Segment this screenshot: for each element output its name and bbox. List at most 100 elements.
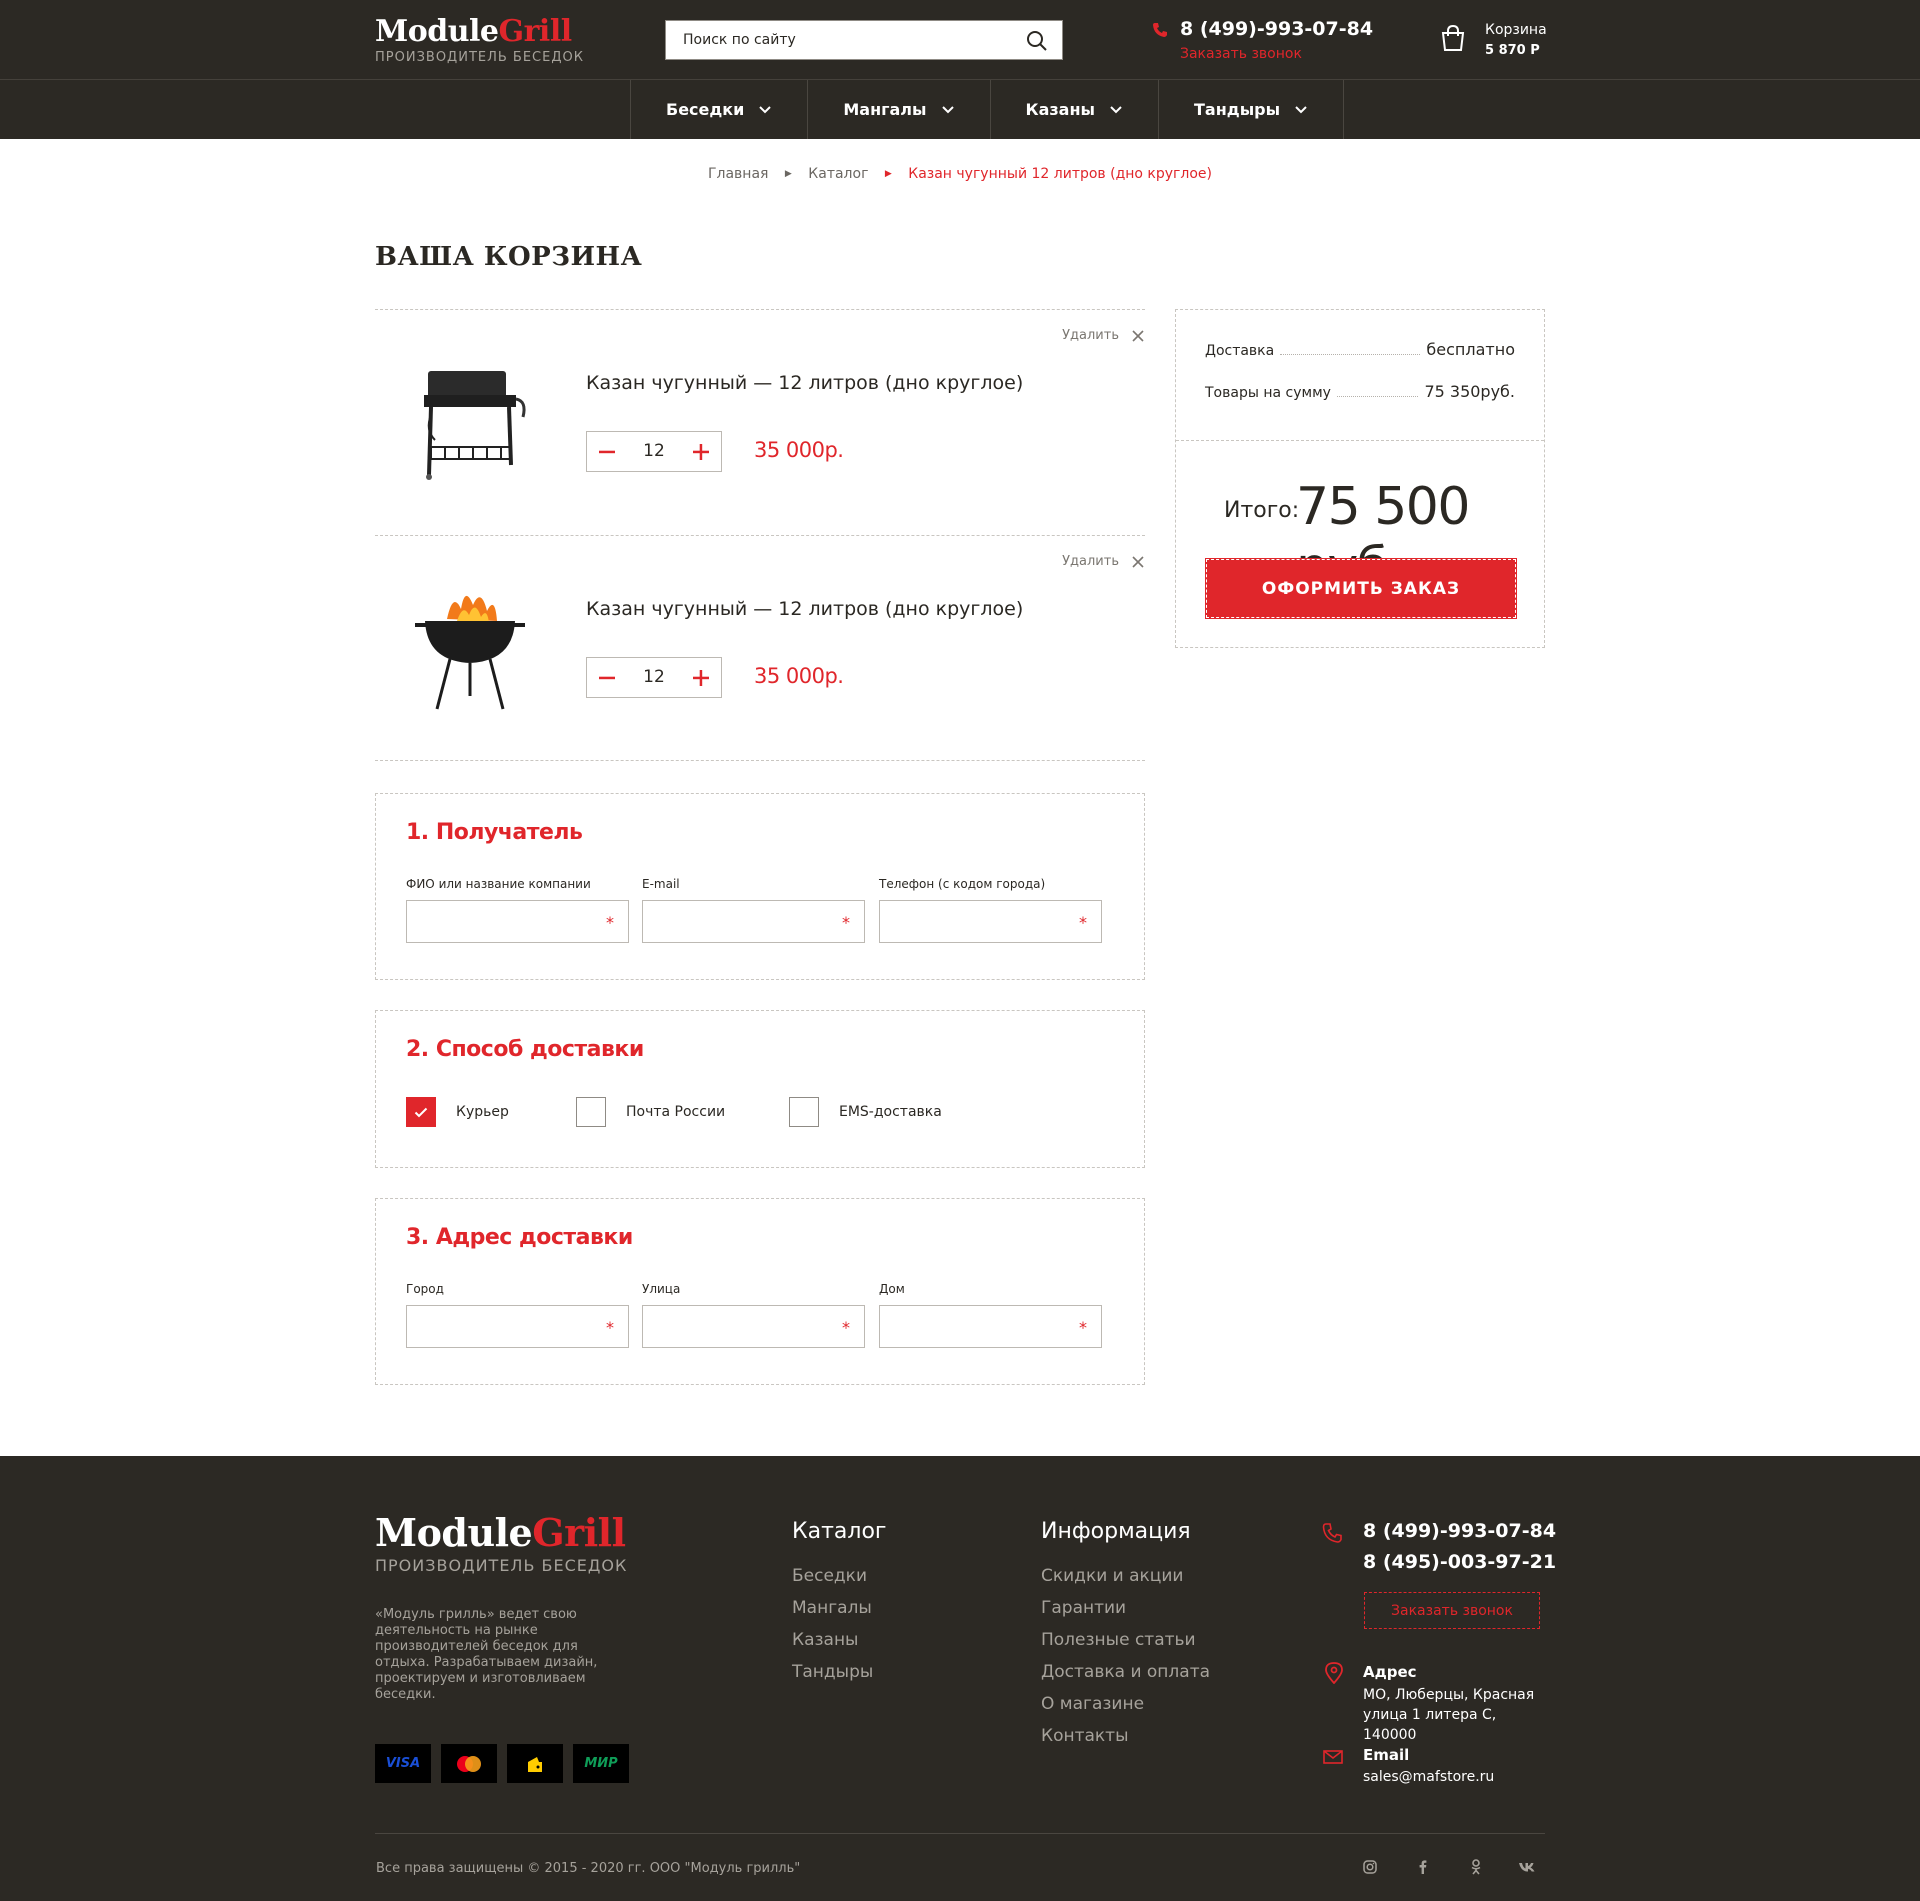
summary-goods-label: Товары на сумму (1205, 385, 1331, 401)
name-input[interactable] (407, 901, 628, 942)
cart-icon[interactable] (1440, 24, 1466, 52)
qty-decrease-button[interactable] (587, 432, 627, 471)
kettle-grill-fire-image (415, 595, 525, 710)
vk-icon[interactable] (1518, 1858, 1536, 1876)
city-input[interactable] (407, 1306, 628, 1347)
remove-item-button[interactable]: Удалить (1062, 328, 1145, 343)
facebook-icon[interactable] (1414, 1858, 1432, 1876)
item-title[interactable]: Казан чугунный — 12 литров (дно круглое) (586, 598, 1023, 620)
qty-value[interactable]: 12 (627, 432, 681, 471)
checkbox[interactable] (406, 1097, 436, 1127)
delivery-option-courier[interactable]: Курьер (406, 1097, 509, 1127)
qty-decrease-button[interactable] (587, 658, 627, 697)
option-label: Курьер (456, 1104, 509, 1120)
qty-increase-button[interactable] (681, 658, 721, 697)
item-price: 35 000р. (754, 664, 844, 688)
phone-icon (1153, 23, 1167, 37)
place-order-button[interactable]: ОФОРМИТЬ ЗАКАЗ (1205, 558, 1517, 619)
cart-sum: 5 870 Р (1485, 43, 1540, 58)
nav-label: Казаны (1025, 100, 1096, 119)
phone-icon (1322, 1523, 1342, 1543)
order-summary: Доставка бесплатно Товары на сумму 75 35… (1175, 309, 1545, 648)
footer-phone-2[interactable]: 8 (495)-003-97-21 (1363, 1551, 1556, 1573)
recipient-section: 1. Получатель ФИО или название компании … (375, 793, 1145, 980)
yandex-money-icon (507, 1744, 563, 1783)
total-label: Итого: (1224, 498, 1300, 523)
summary-delivery-value: бесплатно (1426, 340, 1515, 359)
field-label: Телефон (с кодом города) (879, 877, 1046, 891)
section-title: 2. Способ доставки (406, 1037, 644, 1062)
nav-label: Мангалы (843, 100, 927, 119)
email-field: E-mail * (642, 877, 865, 943)
odnoklassniki-icon[interactable] (1467, 1858, 1485, 1876)
breadcrumb: Главная ▶ Каталог ▶ Казан чугунный 12 ли… (0, 166, 1920, 182)
footer-link[interactable]: Доставка и оплата (1041, 1662, 1210, 1682)
footer-phone-1[interactable]: 8 (499)-993-07-84 (1363, 1520, 1556, 1542)
logo[interactable]: ModuleGrill (375, 17, 572, 47)
phone-input[interactable] (880, 901, 1101, 942)
logo-text-main: Module (375, 14, 499, 49)
breadcrumb-catalog[interactable]: Каталог (808, 166, 868, 182)
footer-callback-button[interactable]: Заказать звонок (1364, 1592, 1540, 1629)
checkbox[interactable] (576, 1097, 606, 1127)
nav-label: Беседки (666, 100, 745, 119)
plus-icon (693, 443, 709, 460)
chevron-right-icon: ▶ (784, 169, 792, 179)
email-input[interactable] (643, 901, 864, 942)
mir-icon: МИР (573, 1744, 629, 1783)
visa-icon: VISA (375, 1744, 431, 1783)
logo-text-accent: Grill (532, 1510, 626, 1555)
footer-link[interactable]: Мангалы (792, 1598, 872, 1618)
nav-item-tandyry[interactable]: Тандыры (1159, 80, 1345, 139)
cart-label[interactable]: Корзина (1485, 22, 1547, 38)
required-mark: * (1079, 913, 1087, 932)
logo-subtitle: ПРОИЗВОДИТЕЛЬ БЕСЕДОК (375, 50, 584, 65)
chevron-down-icon (759, 105, 772, 113)
option-label: Почта России (626, 1104, 726, 1120)
footer-address-label: Адрес (1363, 1663, 1417, 1681)
name-field: ФИО или название компании * (406, 877, 629, 943)
breadcrumb-home[interactable]: Главная (708, 166, 768, 182)
footer-link[interactable]: Тандыры (792, 1662, 873, 1682)
search-icon[interactable] (1026, 30, 1048, 52)
footer-link[interactable]: Скидки и акции (1041, 1566, 1183, 1586)
grill-cart-image (424, 371, 526, 480)
house-input[interactable] (880, 1306, 1101, 1347)
footer-link[interactable]: Полезные статьи (1041, 1630, 1196, 1650)
search-input[interactable] (666, 21, 1006, 59)
field-label: E-mail (642, 877, 680, 891)
nav-item-mangaly[interactable]: Мангалы (808, 80, 991, 139)
remove-item-button[interactable]: Удалить (1062, 554, 1145, 569)
nav-item-besedki[interactable]: Беседки (631, 80, 809, 139)
quantity-stepper: 12 (586, 657, 722, 698)
callback-link[interactable]: Заказать звонок (1180, 46, 1302, 62)
footer-link[interactable]: Гарантии (1041, 1598, 1126, 1618)
qty-value[interactable]: 12 (627, 658, 681, 697)
mastercard-icon (441, 1744, 497, 1783)
street-field: Улица * (642, 1282, 865, 1348)
delivery-option-post[interactable]: Почта России (576, 1097, 725, 1127)
footer-email[interactable]: sales@mafstore.ru (1363, 1767, 1494, 1787)
quantity-stepper: 12 (586, 431, 722, 472)
nav-item-kazany[interactable]: Казаны (991, 80, 1159, 139)
required-mark: * (842, 1318, 850, 1337)
street-input[interactable] (643, 1306, 864, 1347)
section-title: 3. Адрес доставки (406, 1225, 633, 1250)
header-phone[interactable]: 8 (499)-993-07-84 (1180, 18, 1373, 40)
item-title[interactable]: Казан чугунный — 12 литров (дно круглое) (586, 372, 1023, 394)
footer-address: МО, Люберцы, Красная улица 1 литера С, 1… (1363, 1687, 1535, 1743)
summary-delivery-row: Доставка бесплатно (1205, 340, 1515, 359)
required-mark: * (842, 913, 850, 932)
field-label: Улица (642, 1282, 681, 1296)
footer-link[interactable]: Контакты (1041, 1726, 1129, 1746)
footer-link[interactable]: Казаны (792, 1630, 858, 1650)
delivery-option-ems[interactable]: EMS-доставка (789, 1097, 942, 1127)
footer-link[interactable]: О магазине (1041, 1694, 1144, 1714)
field-label: Город (406, 1282, 444, 1296)
qty-increase-button[interactable] (681, 432, 721, 471)
footer-logo[interactable]: ModuleGrill (375, 1514, 626, 1552)
checkbox[interactable] (789, 1097, 819, 1127)
nav-label: Тандыры (1194, 100, 1281, 119)
instagram-icon[interactable] (1361, 1858, 1379, 1876)
footer-link[interactable]: Беседки (792, 1566, 867, 1586)
